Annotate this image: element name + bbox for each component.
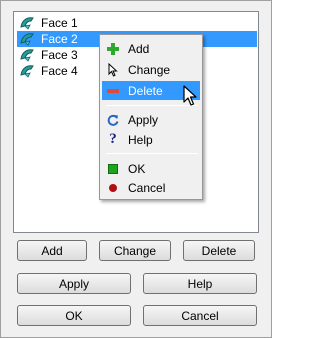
menu-item-add[interactable]: Add (102, 39, 200, 58)
face-label: Face 3 (41, 48, 78, 62)
face-icon (20, 65, 34, 78)
minus-icon (102, 81, 124, 100)
context-menu: Add Change Delete Apply ? Help OK Cancel (99, 34, 203, 200)
mouse-pointer-icon (183, 85, 197, 106)
menu-item-change[interactable]: Change (102, 60, 200, 79)
green-square-icon (102, 159, 124, 178)
face-label: Face 1 (41, 16, 78, 30)
faces-dialog: Face 1 Face 2 Face 3 Face 4 Add Change D… (0, 0, 272, 338)
menu-separator (106, 153, 198, 154)
menu-item-help[interactable]: ? Help (102, 130, 200, 149)
add-button[interactable]: Add (17, 240, 87, 261)
question-icon: ? (109, 131, 117, 147)
menu-label-add: Add (128, 41, 150, 56)
list-item-face-1[interactable]: Face 1 (17, 15, 257, 31)
face-label: Face 4 (41, 64, 78, 78)
menu-item-ok[interactable]: OK (102, 159, 200, 178)
menu-label-cancel: Cancel (128, 180, 166, 195)
arrow-cursor-icon (102, 60, 124, 79)
face-icon (20, 49, 34, 62)
menu-label-change: Change (128, 62, 171, 77)
menu-item-cancel[interactable]: Cancel (102, 178, 200, 197)
ok-button[interactable]: OK (17, 305, 131, 326)
refresh-icon (102, 110, 124, 129)
menu-label-help: Help (128, 132, 153, 147)
face-icon (20, 17, 34, 30)
delete-button[interactable]: Delete (183, 240, 255, 261)
face-label: Face 2 (41, 32, 78, 46)
plus-icon (102, 39, 124, 58)
face-icon (20, 33, 34, 46)
cancel-button[interactable]: Cancel (143, 305, 257, 326)
menu-label-ok: OK (128, 161, 146, 176)
red-dot-icon (102, 178, 124, 197)
menu-item-apply[interactable]: Apply (102, 110, 200, 129)
menu-label-apply: Apply (128, 112, 159, 127)
change-button[interactable]: Change (99, 240, 171, 261)
menu-label-delete: Delete (128, 83, 163, 98)
help-button[interactable]: Help (143, 273, 257, 294)
apply-button[interactable]: Apply (17, 273, 131, 294)
